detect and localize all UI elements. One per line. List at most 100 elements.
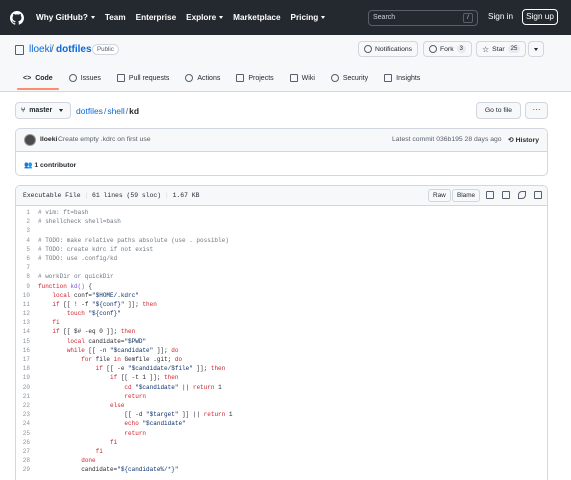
search-input[interactable]: Search / xyxy=(368,10,478,26)
line-number[interactable]: 17 xyxy=(16,355,38,364)
nav-explore[interactable]: Explore xyxy=(186,13,224,22)
code-line: 16 while [[ -n "$candidate" ]]; do xyxy=(16,346,547,355)
tab-security[interactable]: Security xyxy=(323,67,376,89)
line-number[interactable]: 24 xyxy=(16,419,38,428)
file-header: Executable File | 61 lines (59 sloc) | 1… xyxy=(16,186,547,206)
code-line: 18 if [[ -e "$candidate/$file" ]]; then xyxy=(16,364,547,373)
breadcrumb-folder-link[interactable]: shell xyxy=(107,106,124,116)
notifications-button[interactable]: Notifications xyxy=(358,41,419,57)
line-number[interactable]: 10 xyxy=(16,291,38,300)
line-number[interactable]: 11 xyxy=(16,300,38,309)
line-number[interactable]: 18 xyxy=(16,364,38,373)
line-number[interactable]: 15 xyxy=(16,337,38,346)
code-line: 9 function kd() { xyxy=(16,282,547,291)
trash-icon[interactable] xyxy=(534,191,542,199)
nav-enterprise[interactable]: Enterprise xyxy=(136,13,177,22)
line-number[interactable]: 3 xyxy=(16,226,38,235)
code-text: candidate="${candidate%/*}" xyxy=(38,466,179,474)
code-text: else xyxy=(110,401,125,409)
avatar[interactable] xyxy=(24,134,36,146)
nav-why-github[interactable]: Why GitHub? xyxy=(36,13,95,22)
slash-shortcut-icon: / xyxy=(463,13,473,23)
line-number[interactable]: 19 xyxy=(16,373,38,382)
desktop-icon[interactable] xyxy=(486,191,494,199)
line-number[interactable]: 23 xyxy=(16,410,38,419)
contributors-link[interactable]: 👥 1 contributor xyxy=(24,161,76,169)
chevron-down-icon xyxy=(321,16,326,19)
line-number[interactable]: 6 xyxy=(16,254,38,263)
line-number[interactable]: 22 xyxy=(16,401,38,410)
line-number[interactable]: 26 xyxy=(16,438,38,447)
go-to-file-button[interactable]: Go to file xyxy=(476,102,521,119)
code-text: # workDir or quickDir xyxy=(38,273,114,281)
line-number[interactable]: 12 xyxy=(16,309,38,318)
pencil-icon[interactable] xyxy=(518,191,526,199)
code-text: cd "$candidate" || return 1 xyxy=(124,383,222,391)
star-dropdown-button[interactable] xyxy=(528,41,544,57)
code-line: 29 candidate="${candidate%/*}" xyxy=(16,465,547,474)
line-number[interactable]: 28 xyxy=(16,456,38,465)
code-text: fi xyxy=(110,438,118,446)
line-number[interactable]: 8 xyxy=(16,272,38,281)
line-number[interactable]: 7 xyxy=(16,263,38,272)
line-number[interactable]: 29 xyxy=(16,465,38,474)
line-number[interactable]: 2 xyxy=(16,217,38,226)
code-line: 13 fi xyxy=(16,318,547,327)
chevron-down-icon xyxy=(59,109,64,112)
fork-icon xyxy=(429,45,437,53)
line-number[interactable]: 25 xyxy=(16,429,38,438)
line-number[interactable]: 5 xyxy=(16,245,38,254)
signin-link[interactable]: Sign in xyxy=(488,12,513,21)
fork-count: 3 xyxy=(456,45,466,53)
commit-message-link[interactable]: Create empty .kdrc on first use xyxy=(58,136,151,143)
code-text: if [[ ! -f "${conf}" ]]; then xyxy=(52,300,157,308)
line-number[interactable]: 27 xyxy=(16,447,38,456)
tab-pull-requests[interactable]: Pull requests xyxy=(109,67,177,89)
code-text: touch "${conf}" xyxy=(66,310,121,318)
line-number[interactable]: 20 xyxy=(16,383,38,392)
fork-button[interactable]: Fork 3 xyxy=(423,41,472,57)
line-number[interactable]: 9 xyxy=(16,282,38,291)
nav-marketplace[interactable]: Marketplace xyxy=(233,13,280,22)
tab-issues[interactable]: Issues xyxy=(61,67,109,89)
commit-author-link[interactable]: lloeki xyxy=(40,136,57,143)
code-text: return xyxy=(124,429,147,437)
nav-pricing[interactable]: Pricing xyxy=(291,13,326,22)
branch-select-button[interactable]: ⑂ master xyxy=(15,102,71,119)
repo-owner-link[interactable]: lloeki xyxy=(29,44,52,55)
repo-name-link[interactable]: dotfiles xyxy=(56,44,92,55)
line-number[interactable]: 16 xyxy=(16,346,38,355)
line-number[interactable]: 14 xyxy=(16,327,38,336)
star-button[interactable]: ☆ Star 25 xyxy=(476,41,527,57)
history-link[interactable]: ⟲ History xyxy=(508,136,539,144)
nav-team[interactable]: Team xyxy=(105,13,126,22)
code-text: if [[ $# -eq 0 ]]; then xyxy=(52,328,136,336)
repo-tabs: <> Code Issues Pull requests Actions Proj… xyxy=(15,67,428,90)
tab-code[interactable]: <> Code xyxy=(15,67,61,90)
more-options-button[interactable]: ··· xyxy=(525,102,548,119)
code-text: for file in Gemfile .git; do xyxy=(81,356,183,363)
line-number[interactable]: 1 xyxy=(16,208,38,217)
raw-button[interactable]: Raw xyxy=(428,189,451,202)
tab-wiki[interactable]: Wiki xyxy=(282,67,323,89)
line-number[interactable]: 4 xyxy=(16,236,38,245)
line-number[interactable]: 21 xyxy=(16,392,38,401)
tab-projects[interactable]: Projects xyxy=(228,67,281,89)
blame-button[interactable]: Blame xyxy=(452,189,481,202)
code-line: 2 # shellcheck shell=bash xyxy=(16,217,547,226)
github-logo-icon[interactable] xyxy=(10,10,24,25)
code-line: 14 if [[ $# -eq 0 ]]; then xyxy=(16,327,547,336)
tab-actions[interactable]: Actions xyxy=(177,67,228,89)
code-text: echo "$candidate" xyxy=(124,420,186,428)
code-line: 4 # TODO: make relative paths absolute (u… xyxy=(16,236,547,245)
line-number[interactable]: 13 xyxy=(16,318,38,327)
breadcrumb-repo-link[interactable]: dotfiles xyxy=(76,106,103,116)
signup-button[interactable]: Sign up xyxy=(522,9,558,25)
copy-icon[interactable] xyxy=(502,191,510,199)
repo-header: lloeki / dotfiles Public Notifications F… xyxy=(0,35,571,92)
chevron-down-icon xyxy=(90,16,95,19)
tab-insights[interactable]: Insights xyxy=(376,67,428,89)
code-line: 5 # TODO: create kdrc if not exist xyxy=(16,245,547,254)
latest-commit-info[interactable]: Latest commit 036b195 28 days ago xyxy=(392,136,502,143)
code-line: 8 # workDir or quickDir xyxy=(16,272,547,281)
